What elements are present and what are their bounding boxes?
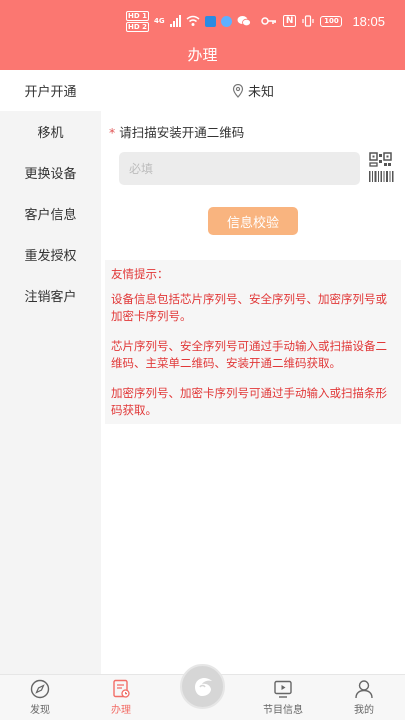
tips-box: 友情提示： 设备信息包括芯片序列号、安全序列号、加密序列号或加密卡序列号。 芯片… (105, 260, 401, 424)
program-icon (274, 680, 292, 698)
nav-label: 办理 (111, 705, 131, 716)
brand-logo-icon (194, 677, 212, 696)
location-selector[interactable]: 未知 (101, 70, 405, 111)
tips-title: 友情提示： (111, 267, 169, 281)
qr-code-input[interactable] (119, 152, 360, 185)
sidebar: 开户开通 移机 更换设备 客户信息 重发授权 注销客户 (0, 70, 101, 674)
nav-label: 发现 (30, 705, 50, 716)
discover-icon (30, 679, 50, 699)
sidebar-item-label: 注销客户 (24, 290, 77, 305)
field-label: * 请扫描安装开通二维码 (109, 122, 244, 141)
tips-line: 加密序列号、加密卡序列号可通过手动输入或扫描条形码获取。 (111, 386, 387, 417)
sidebar-item-label: 客户信息 (24, 208, 77, 223)
location-pin-icon (232, 83, 244, 98)
main-panel: 未知 *请扫描安装开通二维码 信息校验 友情提示： 设备信息包括芯片序列号、安全… (101, 70, 405, 674)
battery-icon: 100 (320, 15, 343, 27)
sidebar-item-open-account[interactable]: 开户开通 (0, 70, 101, 111)
nav-handle[interactable]: 办理 (91, 675, 151, 720)
key-icon (261, 17, 276, 25)
sidebar-item-reauthorize[interactable]: 重发授权 (0, 234, 101, 275)
nav-label: 节目信息 (263, 705, 303, 716)
hd-icon: HD 1 HD 2 (126, 10, 149, 32)
sidebar-item-relocate[interactable]: 移机 (0, 111, 101, 152)
vibrate-icon (302, 15, 315, 27)
clock: 18:05 (352, 13, 385, 29)
nav-program-info[interactable]: 节目信息 (253, 675, 313, 720)
sidebar-item-replace-device[interactable]: 更换设备 (0, 152, 101, 193)
sidebar-item-label: 移机 (37, 126, 64, 141)
status-icons-left: HD 1 HD 2 4G (126, 10, 251, 32)
app-notification-icon-2 (220, 15, 232, 27)
nfc-icon: N (282, 15, 297, 27)
sidebar-item-label: 开户开通 (24, 85, 77, 100)
app-header: HD 1 HD 2 4G N 100 18:05 办理 (0, 0, 405, 70)
field-label-text: 请扫描安装开通二维码 (119, 125, 245, 140)
status-icons-right: N 100 18:05 (261, 12, 385, 30)
battery-level: 100 (324, 17, 339, 25)
app-notification-icon (204, 15, 216, 27)
handle-icon (113, 679, 130, 698)
status-bar: HD 1 HD 2 4G N 100 18:05 (0, 0, 405, 40)
location-text: 未知 (247, 85, 274, 100)
verify-info-button[interactable]: 信息校验 (208, 207, 298, 235)
required-mark: * (109, 125, 116, 140)
scan-code-icon[interactable] (367, 152, 395, 184)
nav-discover[interactable]: 发现 (10, 675, 70, 720)
nav-label: 我的 (354, 705, 374, 716)
wechat-icon (237, 16, 251, 27)
profile-icon (355, 680, 373, 699)
network-label: 4G (153, 17, 165, 25)
page-title: 办理 (187, 46, 218, 64)
tips-line: 设备信息包括芯片序列号、安全序列号、加密序列号或加密卡序列号。 (111, 292, 387, 323)
sidebar-item-label: 重发授权 (24, 249, 77, 264)
signal-icon (169, 15, 181, 27)
nav-profile[interactable]: 我的 (334, 675, 394, 720)
sidebar-item-customer-info[interactable]: 客户信息 (0, 193, 101, 234)
wifi-icon (186, 15, 200, 26)
tips-line: 芯片序列号、安全序列号可通过手动输入或扫描设备二维码、主菜单二维码、安装开通二维… (111, 339, 387, 370)
sidebar-item-label: 更换设备 (24, 167, 77, 182)
center-home-button[interactable] (180, 664, 225, 709)
sidebar-item-cancel-customer[interactable]: 注销客户 (0, 275, 101, 316)
